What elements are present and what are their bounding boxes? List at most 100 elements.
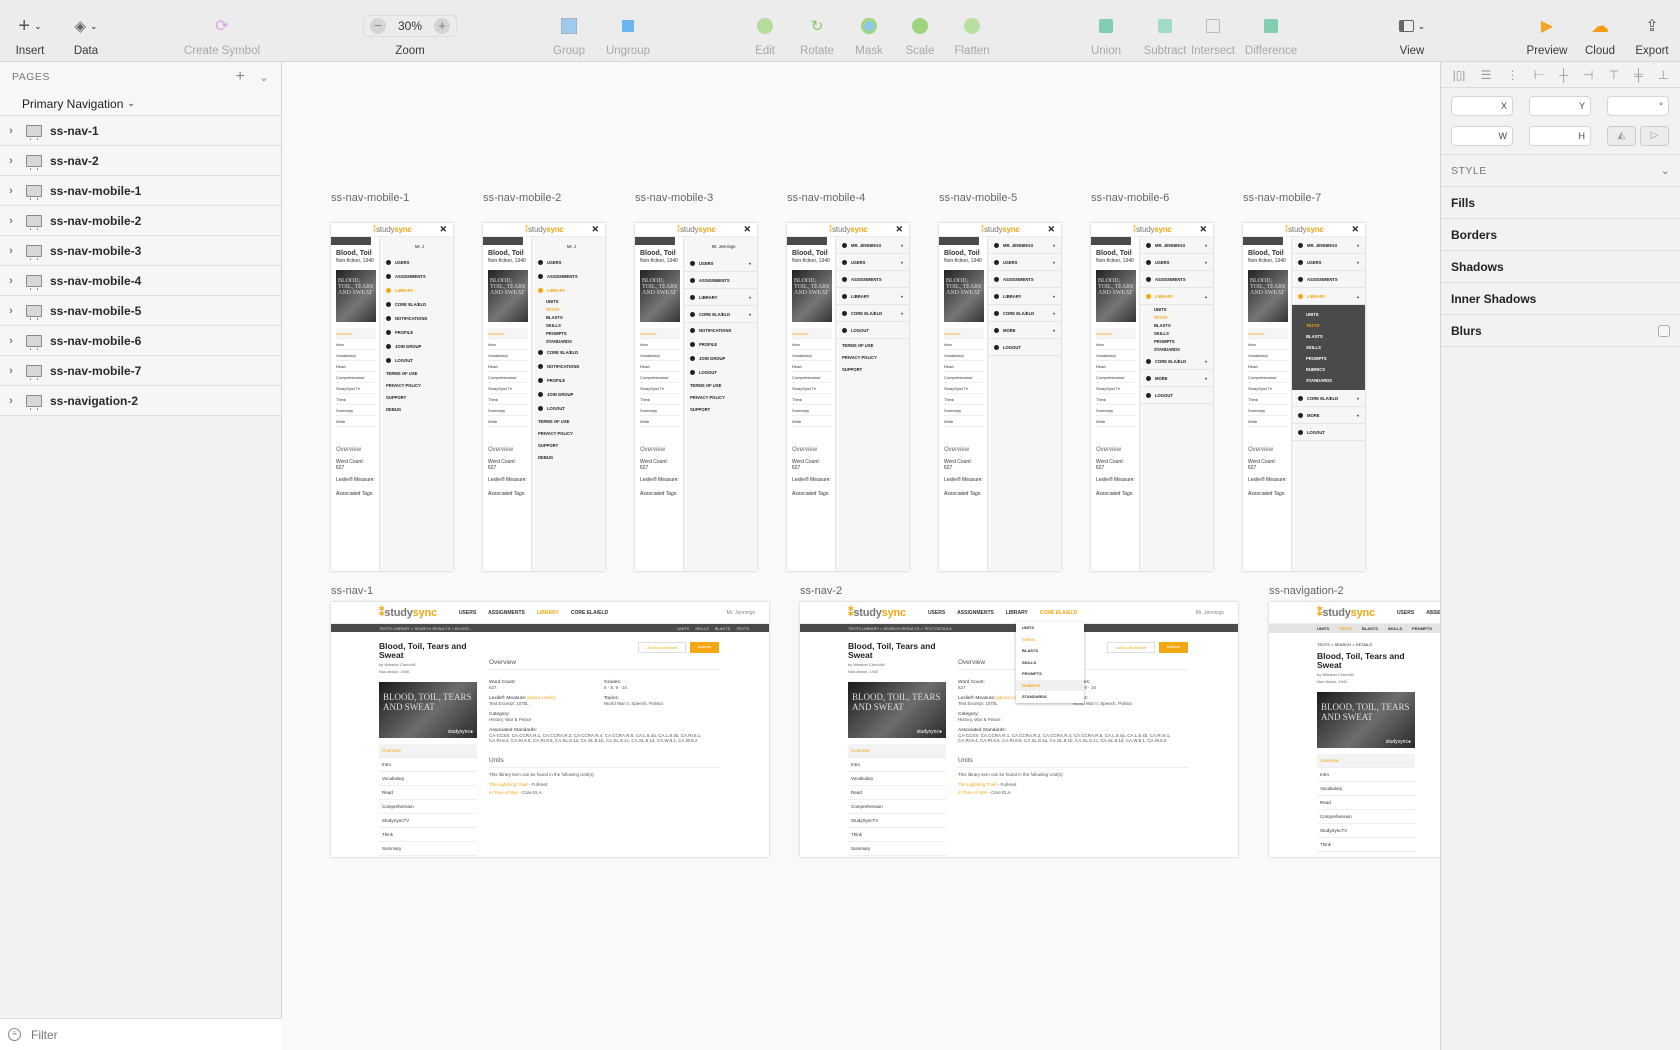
side-nav-item[interactable]: Read (640, 361, 680, 372)
side-nav-item[interactable]: Intro (792, 339, 832, 350)
side-nav-item[interactable]: Think (848, 828, 946, 842)
artboard-ss-nav-mobile-5[interactable]: ⁑studysync ✕ Blood, Toil Non-fiction, 1940 B… (939, 223, 1061, 571)
submenu-item[interactable]: STANDARDS (532, 337, 605, 345)
menu-item[interactable]: NOTIFICATIONS (532, 359, 605, 373)
menu-item[interactable]: NOTIFICATIONS (684, 323, 757, 337)
sub-nav-item[interactable]: TEXTS (1339, 626, 1352, 631)
layer-item[interactable]: › ss-nav-1 (0, 116, 281, 146)
side-nav-item[interactable]: Comprehension (336, 372, 376, 383)
side-nav-item[interactable]: Comprehension (488, 372, 528, 383)
side-nav-item[interactable]: Intro (1248, 339, 1288, 350)
about-lexile-link[interactable]: (about Lexile) (526, 696, 555, 701)
breadcrumb[interactable]: TEXTS LIBRARY > SEARCH RESULTS > TEXT DE… (848, 626, 952, 631)
side-nav-item[interactable]: Read (848, 786, 946, 800)
top-nav-item[interactable]: CORE ELA/ELD (571, 610, 608, 616)
side-nav-item[interactable]: Think (1248, 394, 1288, 405)
menu-item[interactable]: NOTIFICATIONS (380, 311, 453, 325)
flip-horizontal-button[interactable]: ◭ (1607, 126, 1636, 146)
artboard-ss-nav-mobile-7[interactable]: ⁑studysync ✕ Blood, Toil Non-fiction, 1940 B… (1243, 223, 1365, 571)
menu-item[interactable]: ASSIGNMENTS (380, 269, 453, 283)
side-nav-item[interactable]: Vocabulary (1096, 350, 1136, 361)
side-nav-item[interactable]: Overview (1248, 328, 1288, 339)
width-field[interactable]: W (1451, 126, 1513, 146)
sub-nav-item[interactable]: BLASTS (1362, 626, 1378, 631)
menu-user-name[interactable]: Mr. J (380, 237, 453, 255)
artboard-title[interactable]: ss-nav-mobile-7 (1243, 192, 1321, 204)
side-nav-item[interactable]: Intro (1317, 768, 1415, 782)
fills-section[interactable]: Fills (1441, 187, 1680, 219)
side-nav-item[interactable]: Comprehension (1096, 372, 1136, 383)
submenu-item[interactable]: PROMPTS (1140, 337, 1213, 345)
caret-icon[interactable]: ▴ (1205, 294, 1207, 299)
collapse-pages-button[interactable]: ⌄ (259, 71, 269, 84)
side-nav-item[interactable]: Write (1248, 416, 1288, 427)
menu-item[interactable]: CORE ELA/ELD ▾ (836, 305, 909, 322)
shadows-section[interactable]: Shadows (1441, 251, 1680, 283)
caret-icon[interactable]: ▾ (1357, 413, 1359, 418)
side-nav-item[interactable]: Intro (488, 339, 528, 350)
side-nav-item[interactable]: Read (379, 786, 477, 800)
expand-chevron-icon[interactable]: › (0, 305, 22, 317)
side-nav-item[interactable]: StudySyncTV (336, 383, 376, 394)
side-nav-item[interactable]: Think (1317, 838, 1415, 852)
current-page-selector[interactable]: Primary Navigation ⌄ (0, 92, 281, 116)
footer-link[interactable]: SUPPORT (684, 403, 757, 415)
menu-item[interactable]: ASSIGNMENTS (684, 272, 757, 289)
menu-item[interactable]: LOGOUT (836, 322, 909, 339)
side-nav-item[interactable]: Think (488, 394, 528, 405)
side-nav-item[interactable]: Comprehension (1317, 810, 1415, 824)
side-nav-item[interactable]: Comprehension (640, 372, 680, 383)
side-nav-item[interactable]: Intro (848, 758, 946, 772)
top-nav-item[interactable]: USERS (928, 610, 945, 616)
align-top-icon[interactable]: ⊤ (1609, 68, 1619, 82)
caret-icon[interactable]: ▾ (901, 294, 903, 299)
caret-icon[interactable]: ▾ (1205, 243, 1207, 248)
submenu-item[interactable]: BLASTS (1292, 331, 1365, 342)
ungroup-button[interactable]: Ungroup (593, 14, 663, 57)
layer-item[interactable]: › ss-nav-mobile-5 (0, 296, 281, 326)
side-nav-item[interactable]: Write (1096, 416, 1136, 427)
top-nav-item[interactable]: USERS (459, 610, 476, 616)
side-nav-item[interactable]: Read (1096, 361, 1136, 372)
menu-item[interactable]: LOGOUT (1292, 424, 1365, 441)
menu-item[interactable]: MR. JENNINGS ▾ (1140, 237, 1213, 254)
sub-nav-item[interactable]: PROMPTS (1412, 626, 1432, 631)
add-page-button[interactable]: + (235, 68, 245, 86)
close-icon[interactable]: ✕ (439, 224, 447, 235)
side-nav-item[interactable]: Overview (944, 328, 984, 339)
footer-link[interactable]: PRIVACY POLICY (380, 379, 453, 391)
export-button[interactable]: ⇪ Export (1617, 14, 1680, 57)
side-nav-item[interactable]: Overview (640, 328, 680, 339)
artboard-title[interactable]: ss-nav-mobile-4 (787, 192, 865, 204)
menu-item[interactable]: MORE ▾ (1292, 407, 1365, 424)
side-nav-item[interactable]: StudySyncTV (379, 814, 477, 828)
side-nav-item[interactable]: Comprehension (379, 800, 477, 814)
unit-link[interactable]: The Lightning Thief (489, 782, 527, 787)
side-nav-item[interactable]: Vocabulary (1248, 350, 1288, 361)
side-nav-item[interactable]: Intro (944, 339, 984, 350)
expand-chevron-icon[interactable]: › (0, 215, 22, 227)
borders-section[interactable]: Borders (1441, 219, 1680, 251)
side-nav-item[interactable]: Write (792, 416, 832, 427)
layer-item[interactable]: › ss-nav-mobile-1 (0, 176, 281, 206)
caret-icon[interactable]: ▾ (749, 261, 751, 266)
actions-button[interactable]: Actions (689, 642, 719, 653)
side-nav-item[interactable]: Summary (488, 405, 528, 416)
expand-chevron-icon[interactable]: › (0, 365, 22, 377)
side-nav-item[interactable]: Vocabulary (1317, 782, 1415, 796)
menu-item[interactable]: ASSIGNMENTS (988, 271, 1061, 288)
create-symbol-button[interactable]: ⟳ Create Symbol (172, 14, 272, 57)
difference-button[interactable]: Difference (1236, 14, 1306, 57)
side-nav-item[interactable]: Think (792, 394, 832, 405)
submenu-item[interactable]: RUBRICS (1292, 364, 1365, 375)
side-nav-item[interactable]: Comprehension (1248, 372, 1288, 383)
breadcrumb[interactable]: TEXTS > SEARCH > DETAILS (1317, 642, 1415, 647)
menu-item[interactable]: MORE ▾ (1140, 370, 1213, 387)
height-field[interactable]: H (1529, 126, 1591, 146)
menu-item[interactable]: MR. JENNINGS ▾ (836, 237, 909, 254)
menu-user-name[interactable]: Mr. Jennings (684, 237, 757, 255)
layer-item[interactable]: › ss-nav-2 (0, 146, 281, 176)
expand-chevron-icon[interactable]: › (0, 395, 22, 407)
sub-nav-item[interactable]: SKILLS (1388, 626, 1402, 631)
caret-icon[interactable]: ▾ (1053, 260, 1055, 265)
